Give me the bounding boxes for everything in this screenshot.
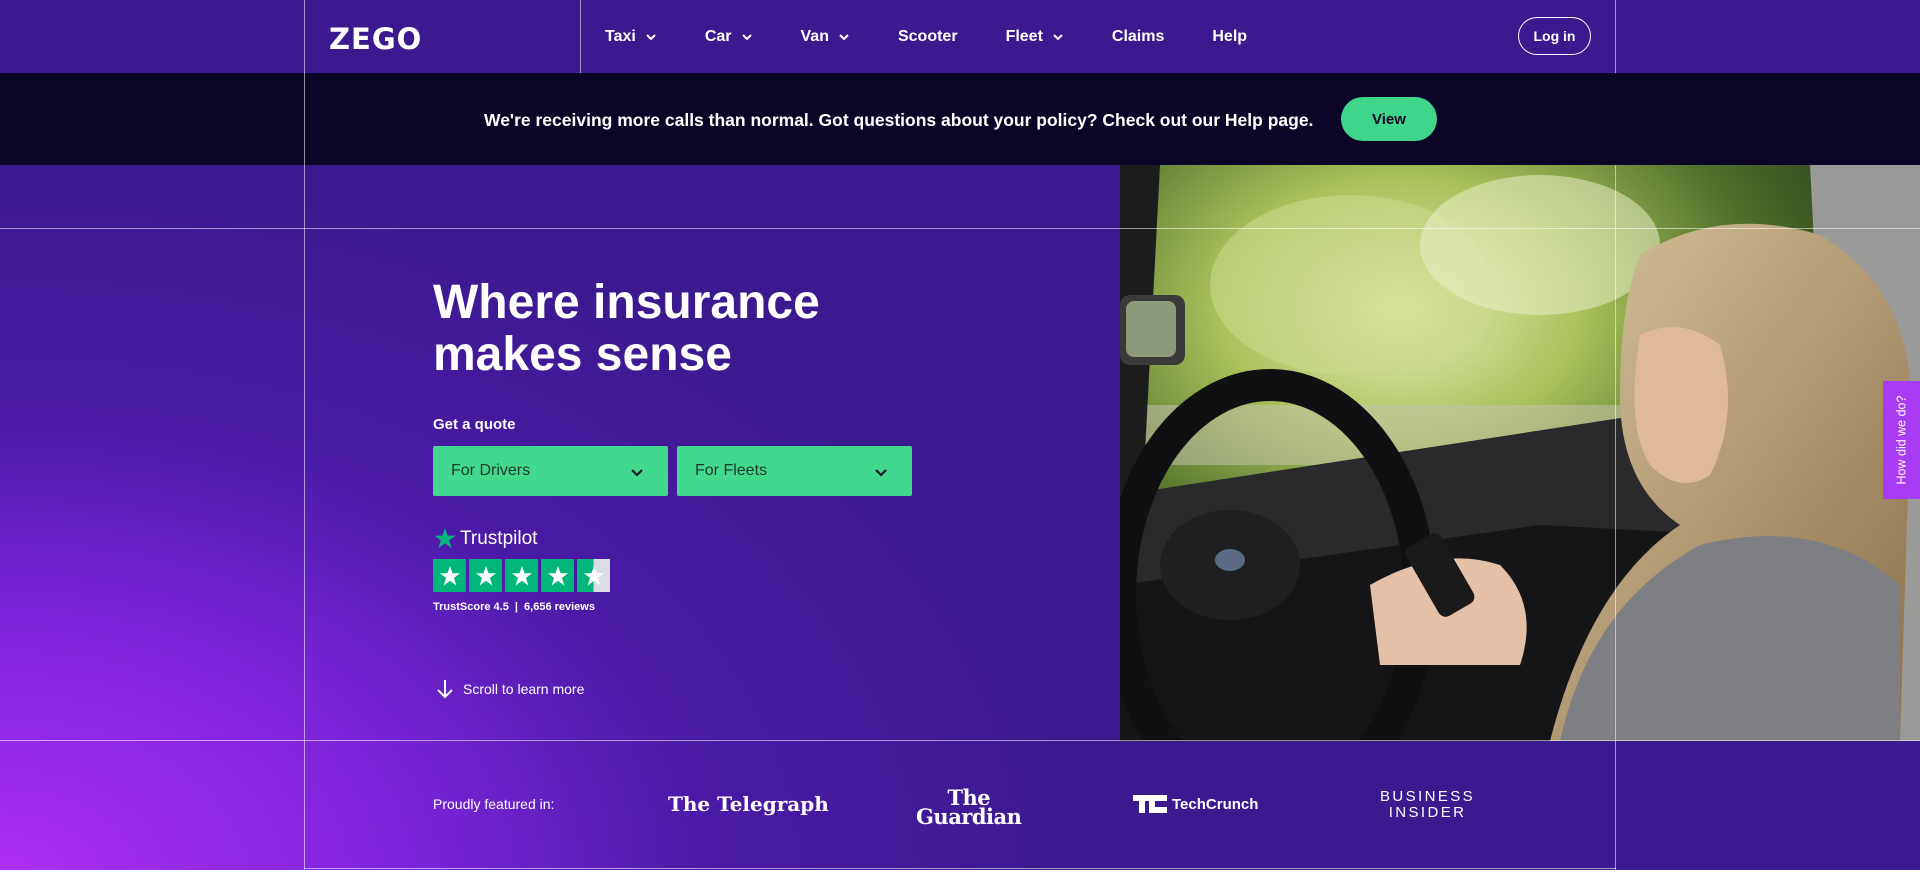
arrow-down-icon xyxy=(437,680,453,699)
nav-item-scooter[interactable]: Scooter xyxy=(898,28,958,46)
for-drivers-select[interactable]: For Drivers xyxy=(433,446,668,496)
chevron-down-icon xyxy=(741,33,752,40)
trustpilot-name: Trustpilot xyxy=(460,527,538,549)
rating-star-icon xyxy=(469,559,502,592)
chevron-down-icon xyxy=(631,469,643,477)
nav-item-taxi[interactable]: Taxi xyxy=(605,28,657,46)
driver-photo xyxy=(1120,165,1920,741)
grid-line xyxy=(304,0,305,880)
guardian-logo[interactable]: The Guardian xyxy=(916,787,1022,829)
grid-line xyxy=(0,740,1920,741)
chevron-down-icon xyxy=(839,33,849,40)
business-insider-line: INSIDER xyxy=(1388,804,1467,821)
techcrunch-mark-icon xyxy=(1133,795,1167,813)
grid-line xyxy=(0,228,1920,229)
trustscore-separator: | xyxy=(514,601,518,613)
notice-banner: We're receiving more calls than normal. … xyxy=(0,73,1920,165)
hero-title-line: makes sense xyxy=(433,328,732,381)
nav-item-label: Fleet xyxy=(1005,27,1043,45)
nav-item-label: Car xyxy=(704,27,732,45)
review-count: 6,656 reviews xyxy=(524,601,595,613)
grid-line xyxy=(580,0,581,73)
guardian-logo-line: Guardian xyxy=(916,804,1022,829)
chevron-down-icon xyxy=(1053,33,1063,40)
nav-item-fleet[interactable]: Fleet xyxy=(1006,28,1064,46)
nav-item-label: Scooter xyxy=(897,27,958,45)
nav-item-car[interactable]: Car xyxy=(705,28,753,46)
for-fleets-select[interactable]: For Fleets xyxy=(677,446,912,496)
banner-message: We're receiving more calls than normal. … xyxy=(484,110,1314,130)
feedback-tab[interactable]: How did we do? xyxy=(1883,381,1920,499)
telegraph-logo[interactable]: The Telegraph xyxy=(668,792,829,816)
view-button[interactable]: View xyxy=(1341,97,1437,141)
quote-label: Get a quote xyxy=(433,416,516,433)
hero-title: Where insurance makes sense xyxy=(433,277,883,381)
zego-logo[interactable]: ZEGO xyxy=(329,22,422,56)
main-menu: Taxi Car Van Scooter Fleet Claims Help xyxy=(605,0,1295,73)
grid-line xyxy=(1615,165,1616,880)
techcrunch-logo[interactable]: TechCrunch xyxy=(1133,795,1258,813)
trustpilot-logo[interactable]: Trustpilot xyxy=(433,527,537,550)
hero-image xyxy=(1120,165,1920,741)
top-navigation: ZEGO Taxi Car Van Scooter Fleet Claims H… xyxy=(0,0,1920,73)
hero-title-line: Where insurance xyxy=(433,276,820,329)
rating-half-star-icon xyxy=(577,559,610,592)
featured-label: Proudly featured in: xyxy=(433,796,555,812)
grid-line xyxy=(1615,0,1616,73)
nav-item-label: Help xyxy=(1212,27,1248,45)
scroll-to-learn-more[interactable]: Scroll to learn more xyxy=(435,679,584,699)
business-insider-line: BUSINESS xyxy=(1380,788,1476,805)
login-button[interactable]: Log in xyxy=(1518,17,1591,55)
rating-star-icon xyxy=(433,559,466,592)
chevron-down-icon xyxy=(646,33,656,40)
trustpilot-star-icon xyxy=(434,527,456,549)
rating-star-icon xyxy=(541,559,574,592)
business-insider-logo[interactable]: BUSINESS INSIDER xyxy=(1380,789,1475,821)
scroll-label: Scroll to learn more xyxy=(463,681,585,697)
nav-item-van[interactable]: Van xyxy=(801,28,850,46)
chevron-down-icon xyxy=(875,469,887,477)
nav-item-label: Taxi xyxy=(605,27,636,45)
nav-item-label: Van xyxy=(800,27,829,45)
nav-item-label: Claims xyxy=(1111,27,1165,45)
grid-line xyxy=(304,868,1616,869)
trustpilot-rating xyxy=(433,559,613,592)
trustscore-text[interactable]: TrustScore 4.5 | 6,656 reviews xyxy=(433,601,595,613)
feedback-label: How did we do? xyxy=(1894,395,1909,485)
rating-star-icon xyxy=(505,559,538,592)
select-label: For Fleets xyxy=(695,462,768,479)
nav-item-help[interactable]: Help xyxy=(1212,28,1247,46)
trustscore-value: TrustScore 4.5 xyxy=(433,601,509,613)
select-label: For Drivers xyxy=(451,462,531,479)
nav-item-claims[interactable]: Claims xyxy=(1112,28,1164,46)
techcrunch-name: TechCrunch xyxy=(1172,795,1259,813)
